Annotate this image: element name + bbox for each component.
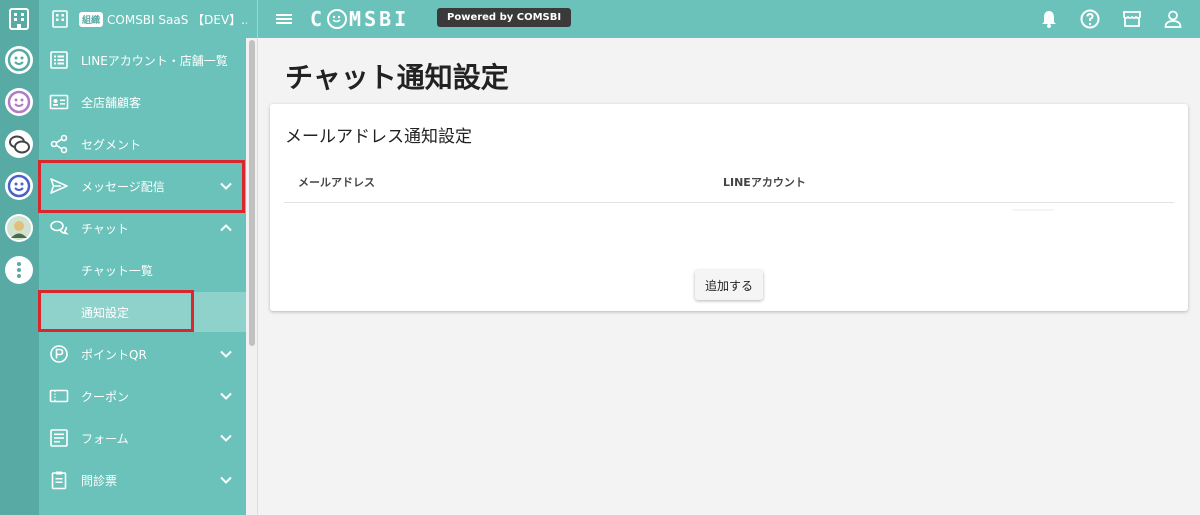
sidebar-item-label: クーポン	[81, 389, 130, 404]
chevron-down-icon	[220, 434, 232, 442]
org-name: COMSBI SaaS 【DEV】...	[107, 12, 248, 27]
sidebar-item-message-delivery[interactable]: メッセージ配信	[39, 166, 246, 206]
sidebar-item-label: チャット	[81, 221, 129, 236]
sidebar-item-line-accounts[interactable]: LINEアカウント・店舗一覧	[39, 40, 246, 80]
top-header: 組織 COMSBI SaaS 【DEV】... C MSBI Powered b…	[39, 0, 1200, 38]
empty-row-placeholder	[1012, 209, 1054, 211]
comsbi-logo[interactable]: C MSBI	[310, 7, 409, 31]
clipboard-icon	[51, 471, 67, 490]
hamburger-menu-icon[interactable]	[276, 11, 292, 27]
card-title: メールアドレス通知設定	[285, 127, 472, 147]
column-header-email: メールアドレス	[298, 176, 375, 189]
column-header-line-account: LINEアカウント	[723, 176, 806, 189]
smile-app-icon-blue[interactable]	[5, 172, 33, 200]
sidebar-item-label: LINEアカウント・店舗一覧	[81, 53, 228, 68]
sidebar-item-label: ポイントQR	[81, 347, 147, 362]
customer-card-icon	[49, 94, 69, 110]
powered-badge: Powered by COMSBI	[437, 8, 572, 27]
sidebar-item-label: セグメント	[81, 137, 142, 152]
sidebar-item-questionnaire[interactable]: 問診票	[39, 460, 246, 500]
smile-app-icon-green[interactable]	[5, 46, 33, 74]
coupon-icon	[49, 389, 69, 403]
sidebar-item-chat[interactable]: チャット	[39, 208, 246, 248]
chat-icon	[50, 220, 69, 235]
building-icon	[52, 10, 68, 28]
sidebar-item-label: 問診票	[81, 473, 118, 488]
sidebar: LINEアカウント・店舗一覧 全店舗顧客 セグメント メッセージ配信 チャット …	[39, 38, 246, 515]
chevron-down-icon	[220, 392, 232, 400]
logo-smile-icon	[327, 9, 348, 29]
sidebar-item-all-customers[interactable]: 全店舗顧客	[39, 82, 246, 122]
sidebar-item-chat-list[interactable]: チャット一覧	[39, 250, 246, 290]
list-icon	[50, 51, 68, 69]
email-notification-card: メールアドレス通知設定 メールアドレス LINEアカウント 追加する	[270, 104, 1188, 311]
share-segment-icon	[50, 134, 68, 154]
sidebar-item-label: チャット一覧	[81, 263, 153, 278]
sidebar-item-form[interactable]: フォーム	[39, 418, 246, 458]
app-rail	[0, 0, 39, 515]
help-icon[interactable]	[1080, 9, 1100, 29]
user-icon[interactable]	[1163, 9, 1183, 29]
sidebar-item-notification-settings[interactable]: 通知設定	[39, 292, 246, 332]
bell-icon[interactable]	[1039, 9, 1059, 29]
sidebar-item-point-qr[interactable]: ポイントQR	[39, 334, 246, 374]
sidebar-item-segment[interactable]: セグメント	[39, 124, 246, 164]
smile-app-icon-purple[interactable]	[5, 88, 33, 116]
add-button[interactable]: 追加する	[695, 270, 763, 300]
point-icon	[50, 345, 68, 363]
sidebar-item-label: メッセージ配信	[81, 179, 165, 194]
table-divider	[284, 202, 1174, 203]
chevron-down-icon	[220, 476, 232, 484]
page-title: チャット通知設定	[285, 61, 509, 94]
chevron-down-icon	[220, 182, 232, 190]
sidebar-item-label: フォーム	[81, 431, 129, 446]
sidebar-item-label: 全店舗顧客	[81, 95, 142, 110]
store-icon[interactable]	[1122, 9, 1142, 29]
more-vertical-icon[interactable]	[5, 256, 33, 284]
chevron-up-icon	[220, 224, 232, 232]
org-badge: 組織	[79, 11, 104, 27]
chevron-down-icon	[220, 350, 232, 358]
logo-letters: MSBI	[349, 7, 410, 31]
chat-app-icon[interactable]	[5, 130, 33, 158]
sidebar-scrollbar-thumb[interactable]	[249, 40, 255, 346]
form-icon	[50, 429, 68, 447]
org-selector[interactable]: 組織 COMSBI SaaS 【DEV】...	[39, 0, 258, 38]
avatar[interactable]	[5, 214, 33, 242]
sidebar-item-label: 通知設定	[81, 305, 130, 320]
send-icon	[50, 178, 68, 194]
sidebar-item-coupon[interactable]: クーポン	[39, 376, 246, 416]
logo-letter: C	[310, 7, 326, 31]
building-icon[interactable]	[5, 5, 33, 33]
